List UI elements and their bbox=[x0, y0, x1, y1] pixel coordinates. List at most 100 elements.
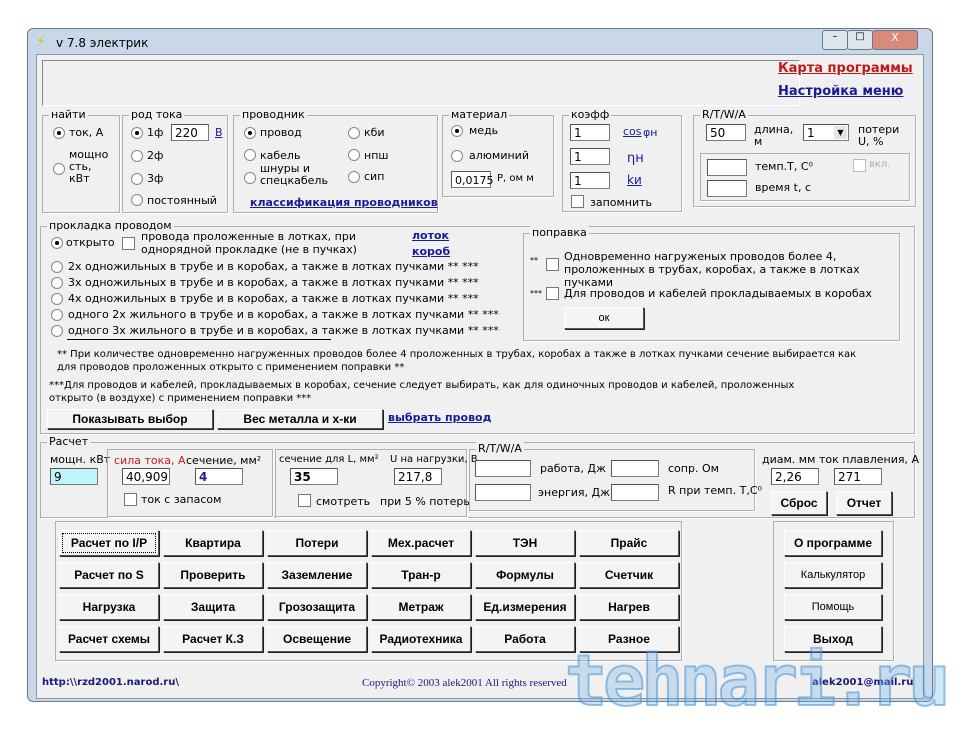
wire-radio[interactable] bbox=[244, 127, 256, 139]
work-label: работа, Дж bbox=[540, 462, 606, 475]
phase2-radio[interactable] bbox=[131, 150, 143, 162]
view-checkbox[interactable] bbox=[298, 494, 311, 507]
tray-link[interactable]: лоток bbox=[412, 229, 449, 242]
open-laying-radio[interactable] bbox=[51, 237, 63, 249]
energy-output[interactable] bbox=[475, 484, 531, 501]
phase3-radio[interactable] bbox=[131, 173, 143, 185]
function-button[interactable]: Работа bbox=[475, 626, 575, 652]
dc-radio[interactable] bbox=[131, 194, 143, 206]
function-button[interactable]: Радиотехника bbox=[371, 626, 471, 652]
function-button[interactable]: Тран-р bbox=[371, 562, 471, 588]
function-button[interactable]: Защита bbox=[163, 594, 263, 620]
single-row-checkbox[interactable] bbox=[122, 237, 135, 250]
site-link[interactable]: http:\\rzd2001.narod.ru\ bbox=[42, 677, 179, 688]
program-map-link[interactable]: Карта программы bbox=[778, 61, 913, 76]
time-input[interactable] bbox=[707, 180, 747, 197]
function-button[interactable]: Освещение bbox=[267, 626, 367, 652]
sip-radio[interactable] bbox=[348, 171, 360, 183]
phase2-label: 2ф bbox=[147, 149, 164, 162]
npsh-radio[interactable] bbox=[348, 149, 360, 161]
work-output[interactable] bbox=[475, 460, 531, 477]
function-button[interactable]: Формулы bbox=[475, 562, 575, 588]
function-button[interactable]: Мех.расчет bbox=[371, 530, 471, 556]
remember-checkbox[interactable] bbox=[571, 195, 584, 208]
function-button[interactable]: ТЭН bbox=[475, 530, 575, 556]
coeff-legend: коэфф bbox=[569, 108, 612, 121]
cord-label: шнуры и спецкабель bbox=[260, 162, 328, 187]
phase1-radio[interactable] bbox=[131, 127, 143, 139]
function-button[interactable]: Потери bbox=[267, 530, 367, 556]
correction-2-label: Для проводов и кабелей прокладываемых в … bbox=[564, 287, 872, 300]
function-button[interactable]: Ед.измерения bbox=[475, 594, 575, 620]
choose-wire-link[interactable]: выбрать провод bbox=[388, 411, 491, 424]
correction-1-checkbox[interactable] bbox=[546, 258, 559, 271]
kbi-radio[interactable] bbox=[348, 127, 360, 139]
conductor-classification-link[interactable]: классификация проводников bbox=[250, 196, 438, 209]
cable-radio[interactable] bbox=[244, 149, 256, 161]
chevron-down-icon[interactable]: ▼ bbox=[834, 126, 847, 139]
report-button[interactable]: Отчет bbox=[836, 491, 892, 515]
function-button[interactable]: Нагрев bbox=[579, 594, 679, 620]
current-output[interactable]: 40,909 bbox=[122, 468, 170, 485]
reset-button[interactable]: Сброс bbox=[771, 491, 827, 515]
usage-coeff-link[interactable]: kи bbox=[627, 173, 642, 187]
section-length-output[interactable]: 35 bbox=[290, 468, 338, 485]
coeff-group: коэфф 1 cos φн 1 ηн 1 kи запомнить bbox=[562, 108, 682, 212]
window-title: v 7.8 электрик bbox=[56, 36, 149, 50]
show-selection-button[interactable]: Показывать выбор bbox=[47, 409, 213, 429]
about-button[interactable]: О программе bbox=[784, 530, 882, 556]
function-button[interactable]: Проверить bbox=[163, 562, 263, 588]
melt-current-output[interactable]: 271 bbox=[834, 468, 882, 485]
function-button[interactable]: Расчет К.З bbox=[163, 626, 263, 652]
function-button[interactable]: Заземление bbox=[267, 562, 367, 588]
find-current-radio[interactable] bbox=[53, 127, 65, 139]
voltage-input[interactable]: 220 bbox=[171, 124, 209, 141]
resistance-temp-output[interactable] bbox=[611, 484, 659, 501]
volt-link[interactable]: В bbox=[215, 126, 223, 139]
power-input[interactable]: 9 bbox=[50, 468, 98, 485]
minimize-button[interactable]: – bbox=[822, 30, 848, 50]
cos-phi-link[interactable]: cos bbox=[623, 125, 642, 138]
function-button[interactable]: Расчет схемы bbox=[59, 626, 159, 652]
function-button[interactable]: Квартира bbox=[163, 530, 263, 556]
current-reserve-checkbox[interactable] bbox=[124, 493, 137, 506]
function-button[interactable]: Расчет по S bbox=[59, 562, 159, 588]
metal-weight-button[interactable]: Вес металла и х-ки bbox=[217, 409, 383, 429]
temp-input[interactable] bbox=[707, 159, 747, 176]
usage-coeff-input[interactable]: 1 bbox=[570, 172, 610, 189]
diameter-output[interactable]: 2,26 bbox=[771, 468, 819, 485]
menu-settings-link[interactable]: Настройка меню bbox=[778, 84, 903, 99]
help-button[interactable]: Помощь bbox=[784, 594, 882, 620]
calculator-button[interactable]: Калькулятор bbox=[784, 562, 882, 588]
laying-option-radio[interactable] bbox=[51, 277, 63, 289]
resistivity-label: Р, ом м bbox=[497, 173, 534, 184]
find-power-radio[interactable] bbox=[53, 163, 65, 175]
efficiency-input[interactable]: 1 bbox=[570, 148, 610, 165]
section-output[interactable]: 4 bbox=[195, 468, 243, 485]
loss-select[interactable]: 1 ▼ bbox=[803, 124, 849, 141]
correction-2-checkbox[interactable] bbox=[546, 287, 559, 300]
copper-radio[interactable] bbox=[451, 125, 463, 137]
function-button[interactable]: Грозозащита bbox=[267, 594, 367, 620]
laying-option-radio[interactable] bbox=[51, 293, 63, 305]
maximize-button[interactable]: □ bbox=[847, 30, 873, 50]
enable-checkbox[interactable] bbox=[853, 159, 866, 172]
function-button[interactable]: Метраж bbox=[371, 594, 471, 620]
close-button[interactable]: X bbox=[872, 30, 918, 50]
ok-button[interactable]: ок bbox=[564, 307, 644, 329]
load-voltage-output[interactable]: 217,8 bbox=[394, 468, 442, 485]
resistivity-input[interactable]: 0,0175 bbox=[451, 171, 494, 188]
aluminum-radio[interactable] bbox=[451, 150, 463, 162]
function-button[interactable]: Нагрузка bbox=[59, 594, 159, 620]
cord-radio[interactable] bbox=[244, 172, 256, 184]
function-button[interactable]: Прайс bbox=[579, 530, 679, 556]
laying-option-radio[interactable] bbox=[51, 325, 63, 337]
length-input[interactable]: 50 bbox=[706, 124, 746, 141]
laying-option-radio[interactable] bbox=[51, 261, 63, 273]
function-button[interactable]: Расчет по I/P bbox=[59, 530, 159, 556]
box-link[interactable]: короб bbox=[412, 245, 450, 258]
laying-option-radio[interactable] bbox=[51, 309, 63, 321]
cos-phi-input[interactable]: 1 bbox=[570, 124, 610, 141]
resistance-output[interactable] bbox=[611, 460, 659, 477]
function-button[interactable]: Счетчик bbox=[579, 562, 679, 588]
